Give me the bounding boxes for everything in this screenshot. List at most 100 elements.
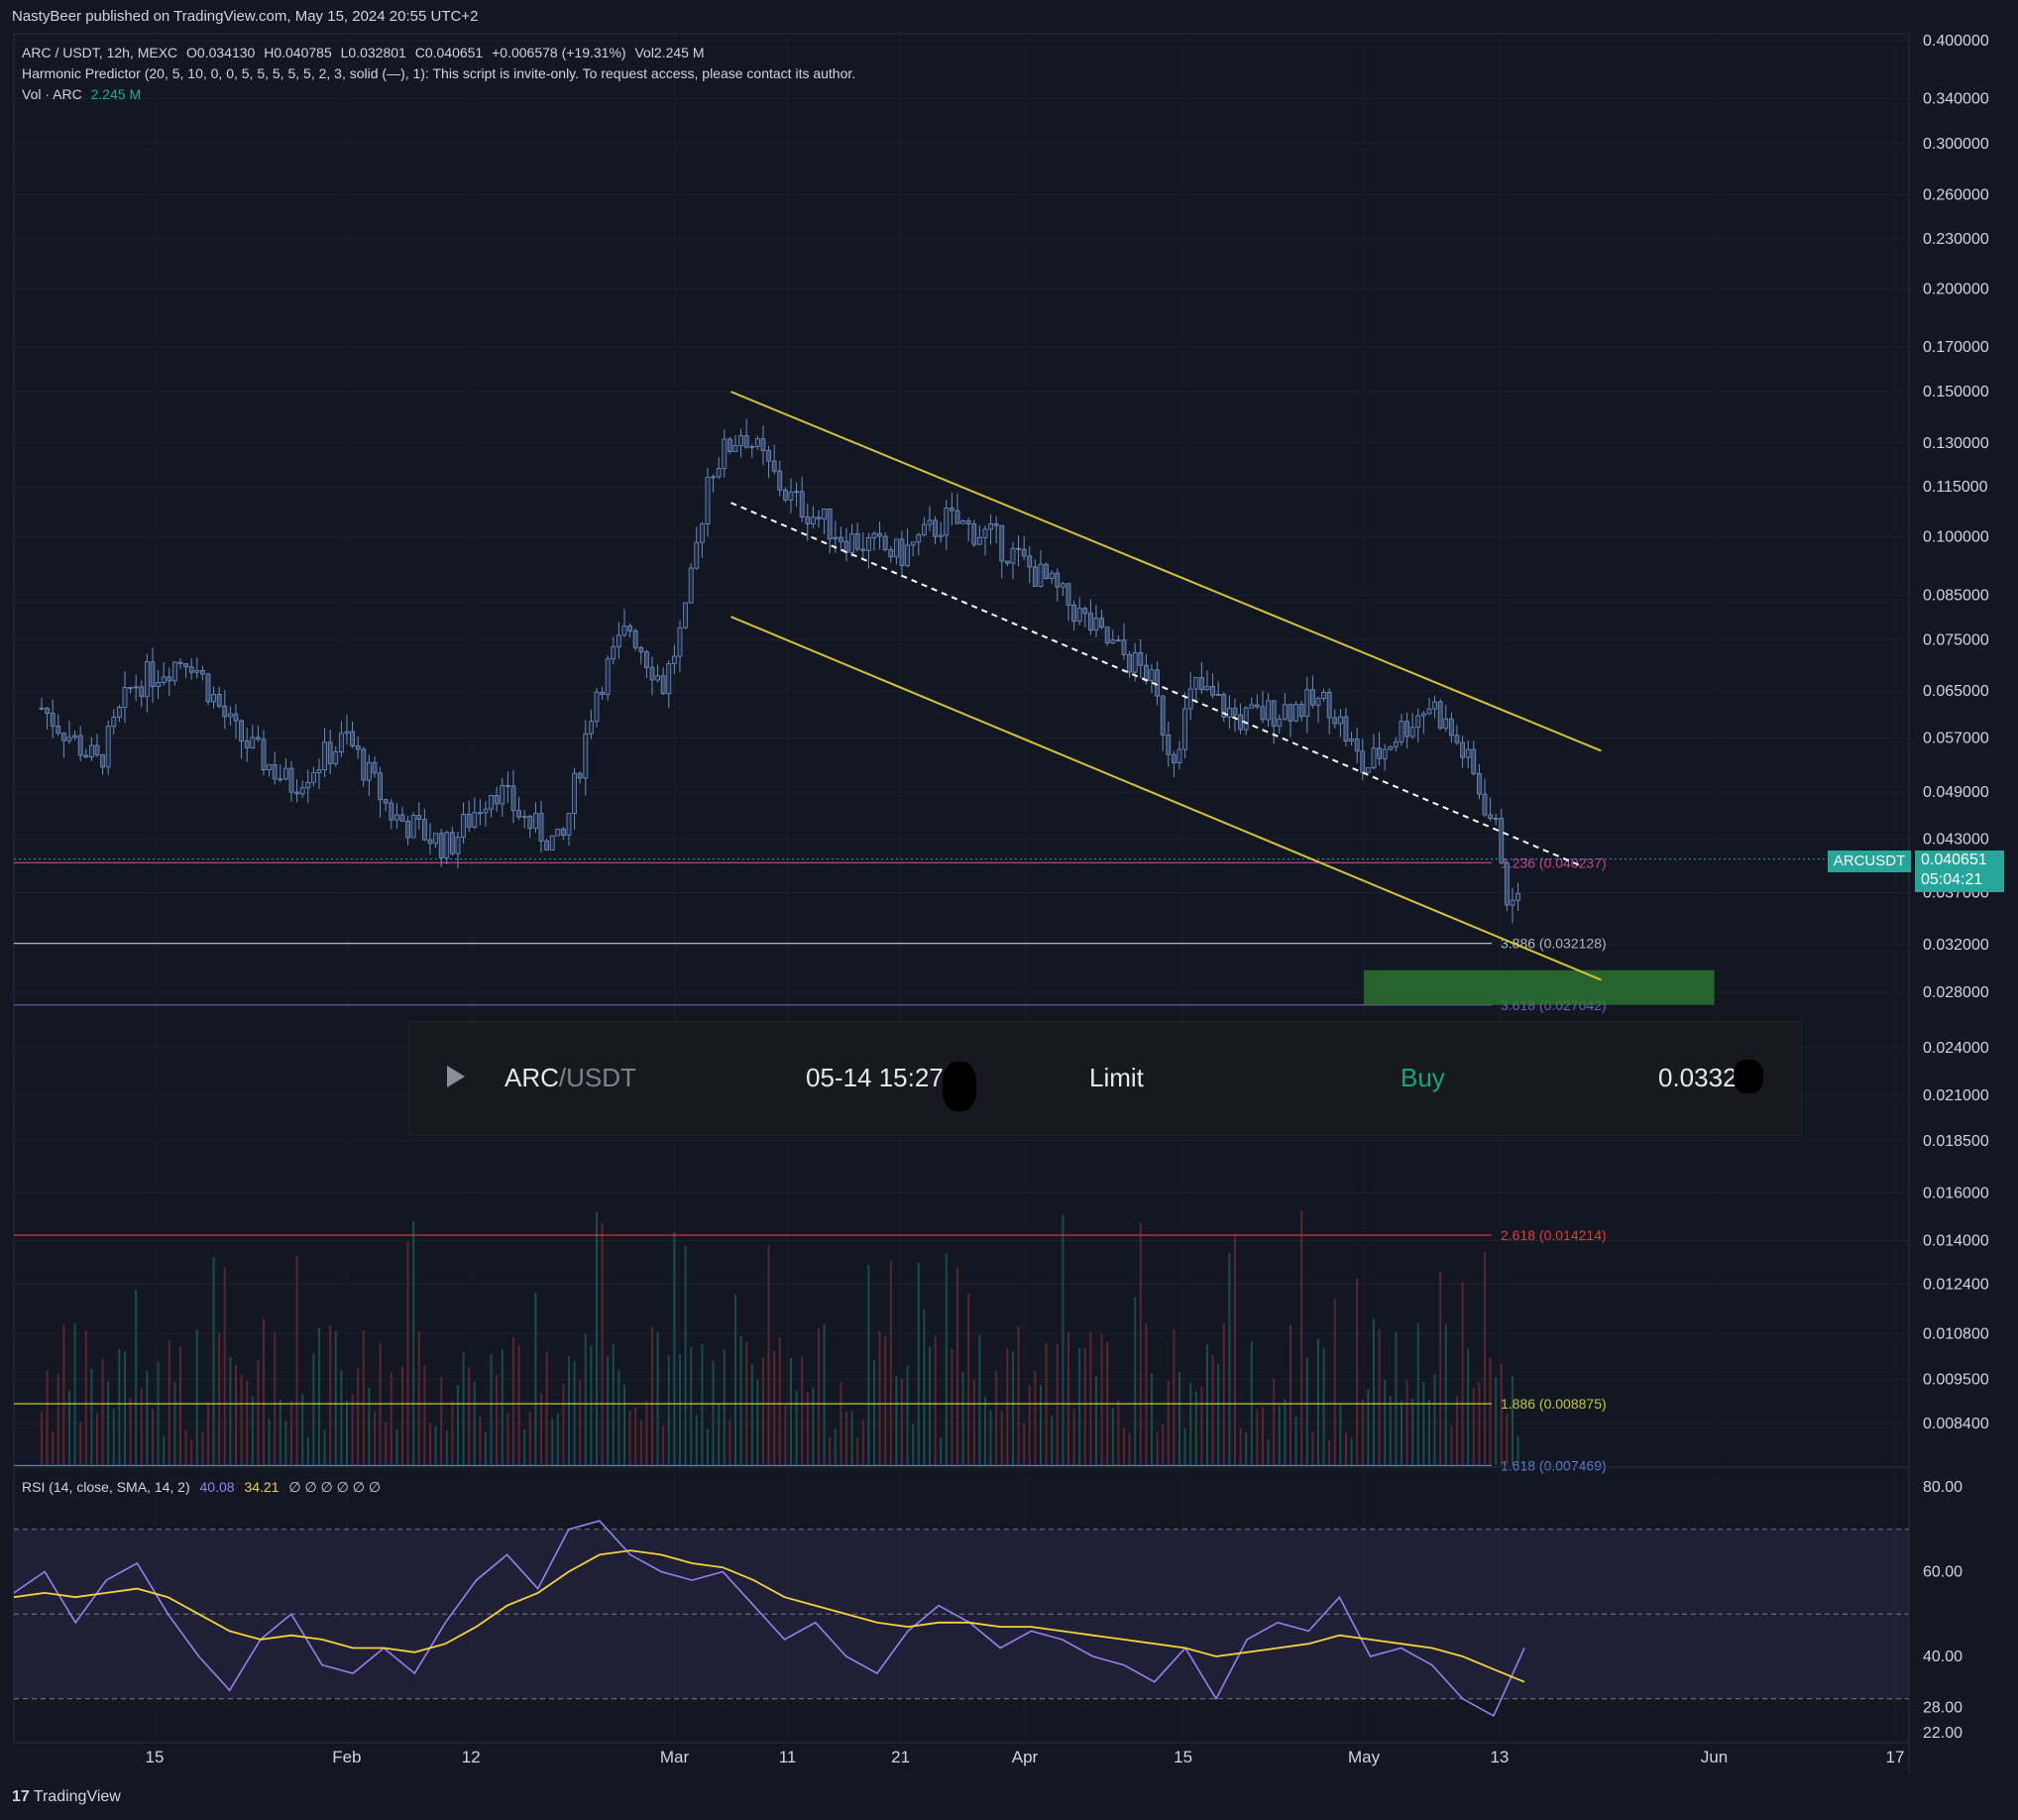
candle-body [1016,547,1021,550]
volume-bar [62,1324,65,1465]
volume-bar [701,1344,704,1465]
volume-bar [218,1333,221,1465]
channel-lower-line [730,616,1602,981]
candle-body [1049,572,1055,579]
tradingview-logo[interactable]: 17 TradingView [12,1788,121,1806]
channel-lines [730,391,1602,981]
price-tick-label: 0.300000 [1923,136,1989,153]
candle-body [649,666,655,681]
time-tick-label: 13 [1490,1748,1509,1766]
candle-body [161,676,167,683]
candle-body [910,541,916,546]
candle-body [45,708,50,714]
change-value: +0.006578 (+19.31%) [492,45,626,60]
candle-body [372,761,378,774]
candle-body [288,767,294,793]
symbol-name[interactable]: ARC / USDT, 12h, MEXC [22,45,177,60]
volume-bar [612,1343,615,1465]
candle-body [694,541,700,569]
redaction-scribble [1734,1060,1763,1093]
volume-bar [1455,1395,1458,1465]
play-icon[interactable] [447,1066,465,1087]
indicator-legend[interactable]: Harmonic Predictor (20, 5, 10, 0, 0, 5, … [22,65,855,81]
pair-base: ARC [504,1063,559,1092]
volume-bar [1194,1391,1197,1465]
volume-legend[interactable]: Vol · ARC 2.245 M [22,86,146,102]
volume-bar [940,1437,943,1465]
volume-bar [1100,1333,1103,1465]
volume-bar [850,1411,853,1465]
price-tick-label: 0.150000 [1923,384,1989,400]
volume-bar [395,1428,398,1465]
candle-body [50,713,56,727]
candle-body [1132,652,1138,673]
volume-bar [840,1382,842,1465]
volume-bar [673,1231,676,1465]
volume-bar [856,1436,859,1465]
candle-body [738,435,743,446]
candle-body [1249,704,1255,709]
candle-body [361,748,367,781]
volume-bar [1200,1386,1203,1465]
volume-bar [351,1394,354,1465]
candle-body [976,537,982,545]
volume-bar [1405,1380,1408,1465]
candle-body [310,772,316,783]
volume-bar [622,1384,625,1465]
volume-bar [1284,1399,1287,1465]
candle-body [799,491,805,518]
volume-bar [590,1345,593,1465]
candle-body [1032,566,1038,587]
candle-body [171,661,177,682]
candle-body [405,821,410,839]
volume-bar [756,1379,759,1465]
time-tick-label: Feb [332,1748,361,1766]
volume-bar [695,1415,698,1465]
symbol-legend[interactable]: ARC / USDT, 12h, MEXC O0.034130 H0.04078… [22,45,710,60]
candle-body [199,670,205,675]
candle-body [1177,748,1182,763]
volume-bar [1023,1422,1026,1465]
candle-body [1332,717,1338,725]
candle-body [1087,613,1093,631]
candle-body [1110,639,1116,644]
volume-bar [934,1335,937,1465]
volume-bar [1384,1380,1387,1465]
candle-body [1493,818,1499,820]
candle-body [1104,626,1110,644]
candle-body [433,833,438,845]
volume-bar [357,1367,360,1465]
rsi-legend[interactable]: RSI (14, close, SMA, 14, 2) 40.08 34.21 … [22,1479,387,1496]
candle-body [344,731,350,735]
candle-body [322,741,327,770]
candle-body [1432,701,1437,710]
volume-bar [889,1260,892,1465]
volume-bar [1117,1400,1120,1465]
volume-bar [1017,1326,1020,1465]
volume-bar [1478,1382,1481,1465]
candle-body [660,675,666,695]
volume-bar [523,1429,526,1465]
volume-bar [1028,1385,1031,1465]
candle-body [1254,704,1260,708]
volume-bar [468,1367,471,1465]
rsi-tick-label: 28.00 [1923,1699,1962,1716]
candle-body [1004,560,1010,564]
candle-body [66,737,72,741]
volume-bar [434,1425,437,1465]
candle-body [39,707,45,710]
volume-bar [268,1418,271,1465]
volume-bar [496,1375,499,1465]
volume-bar [1134,1297,1137,1465]
channel-upper-line [730,391,1602,752]
volume-bar [1361,1399,1364,1465]
candle-body [299,787,305,795]
candle-body [827,509,833,540]
volume-bar [917,1262,920,1465]
volume-bar [1034,1371,1037,1465]
volume-bar [1511,1375,1514,1465]
candle-body [83,754,89,757]
time-tick-label: 12 [462,1748,481,1766]
candle-body [1393,740,1399,747]
candle-body [916,534,922,543]
